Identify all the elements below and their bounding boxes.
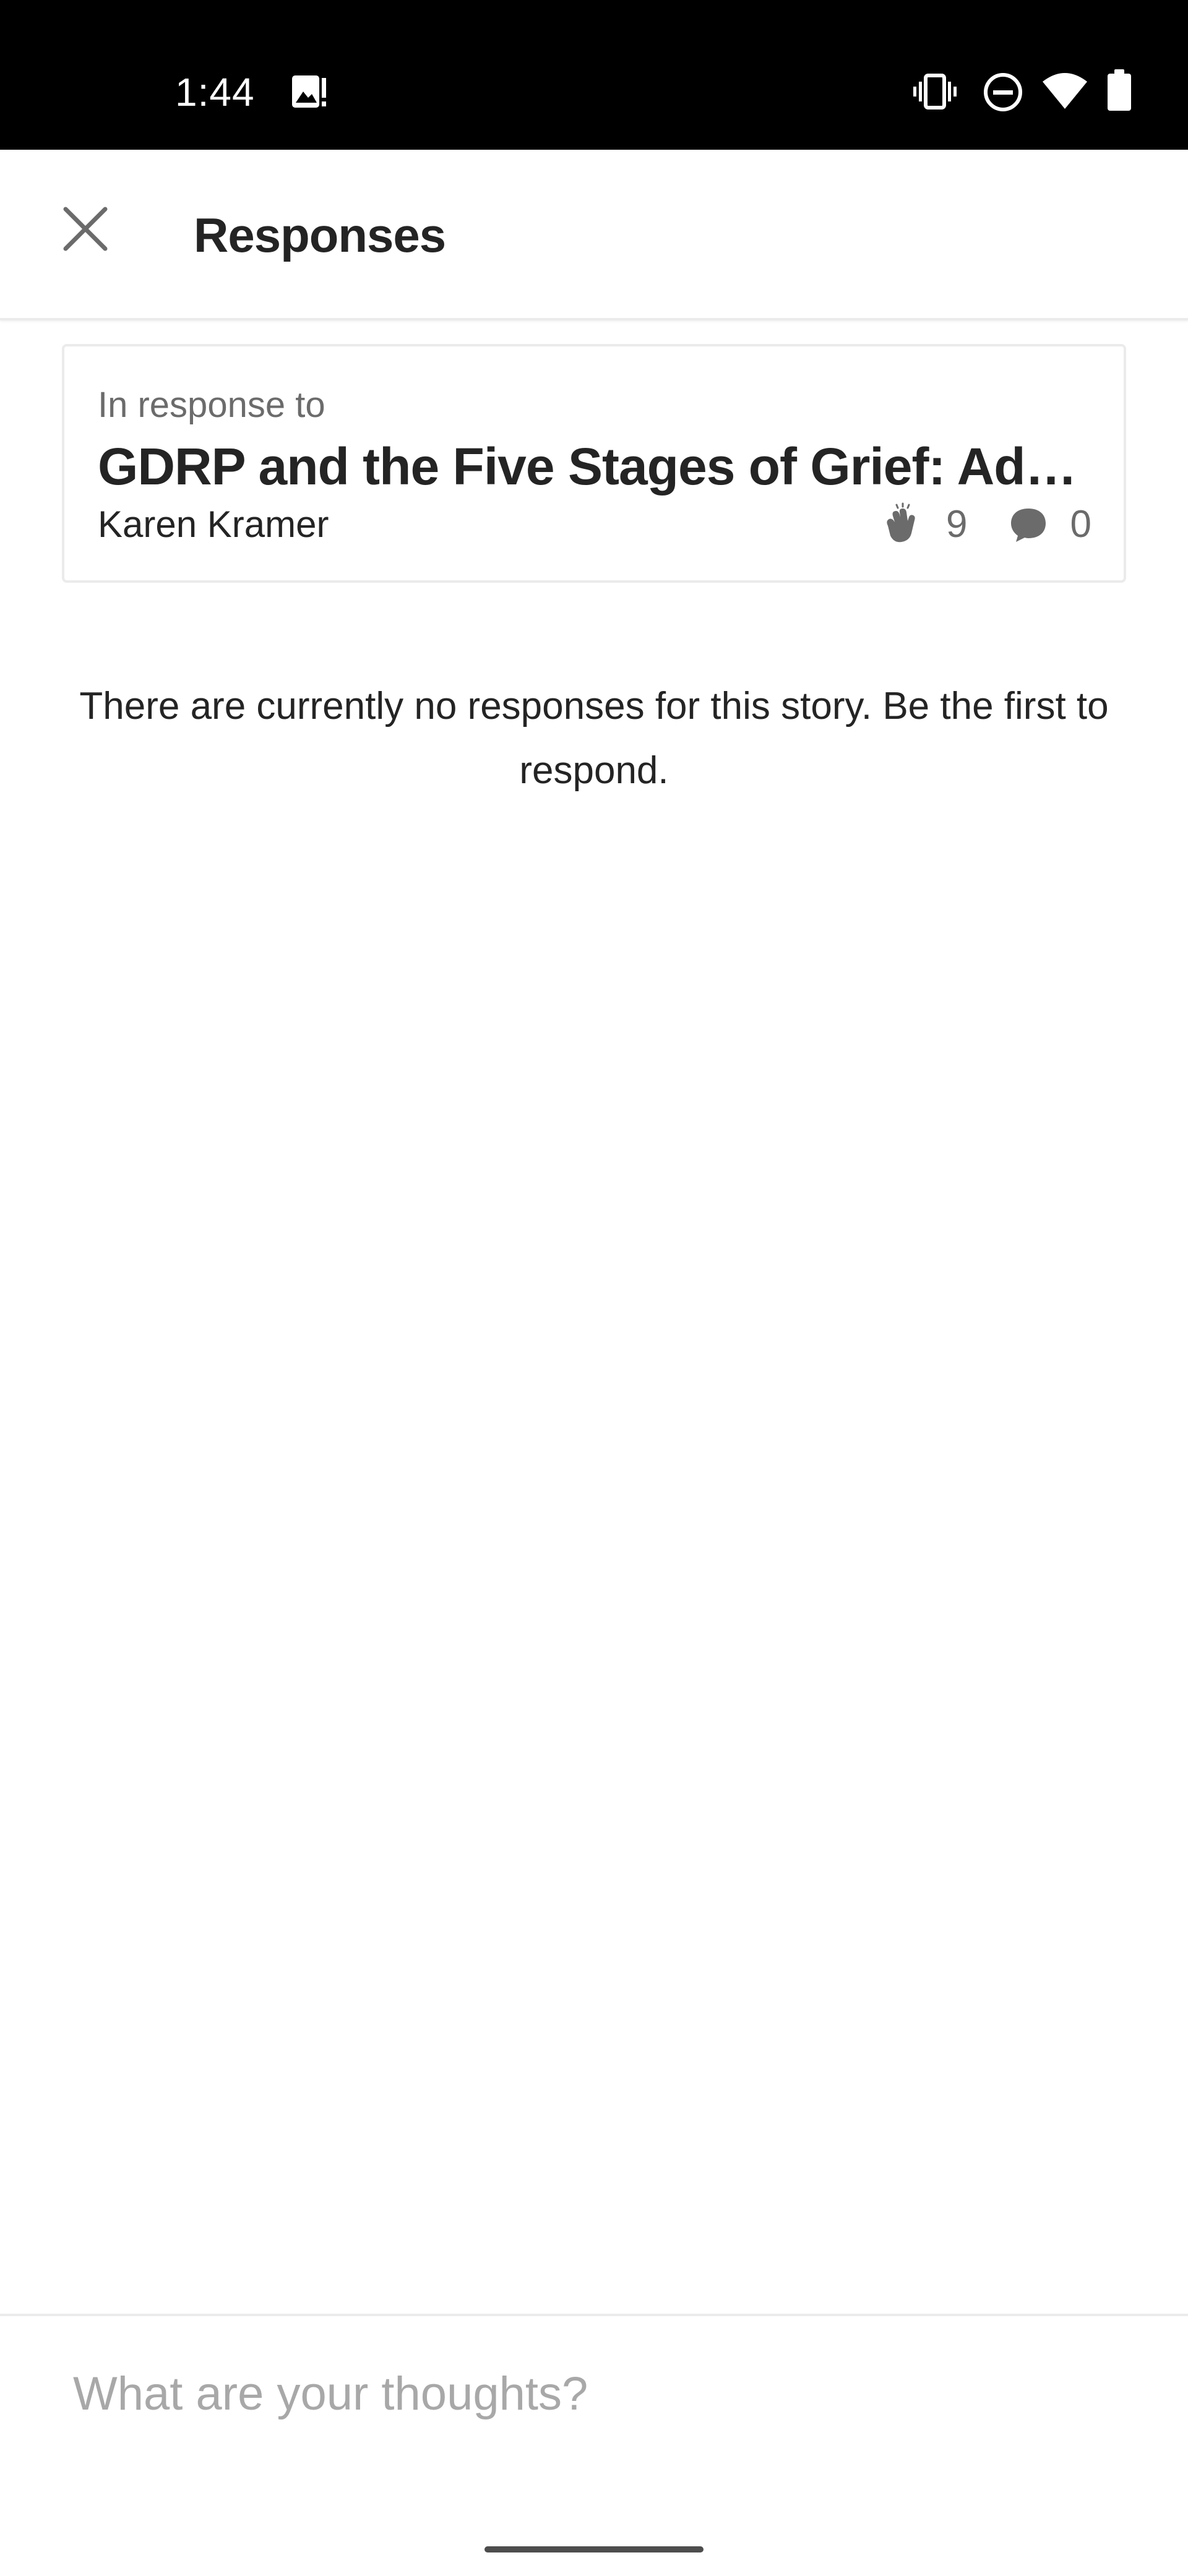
in-response-to-label: In response to bbox=[98, 385, 325, 425]
do-not-disturb-icon bbox=[983, 72, 1023, 113]
image-alert-icon bbox=[291, 73, 329, 110]
response-count: 0 bbox=[1070, 503, 1091, 546]
response-input[interactable] bbox=[62, 2353, 1126, 2434]
status-time: 1:44 bbox=[175, 70, 255, 114]
story-author: Karen Kramer bbox=[98, 504, 329, 545]
story-card[interactable]: In response to GDRP and the Five Stages … bbox=[62, 344, 1126, 583]
gesture-nav-handle[interactable] bbox=[484, 2546, 704, 2552]
story-stats: 9 0 bbox=[879, 500, 1091, 549]
close-icon bbox=[62, 205, 109, 255]
clap-icon bbox=[879, 502, 924, 547]
app-bar: Responses bbox=[0, 150, 1188, 320]
wifi-icon bbox=[1041, 71, 1088, 110]
status-bar: 1:44 bbox=[0, 0, 1188, 150]
clap-count: 9 bbox=[946, 503, 968, 546]
close-button[interactable] bbox=[47, 192, 124, 268]
empty-state-message: There are currently no responses for thi… bbox=[79, 685, 1109, 792]
battery-icon bbox=[1106, 69, 1132, 111]
response-bubble-icon bbox=[1009, 506, 1048, 543]
response-composer bbox=[0, 2314, 1188, 2576]
page-title: Responses bbox=[194, 208, 446, 262]
vibrate-icon bbox=[913, 73, 957, 110]
story-title[interactable]: GDRP and the Five Stages of Grief: Adapt… bbox=[98, 434, 1094, 499]
